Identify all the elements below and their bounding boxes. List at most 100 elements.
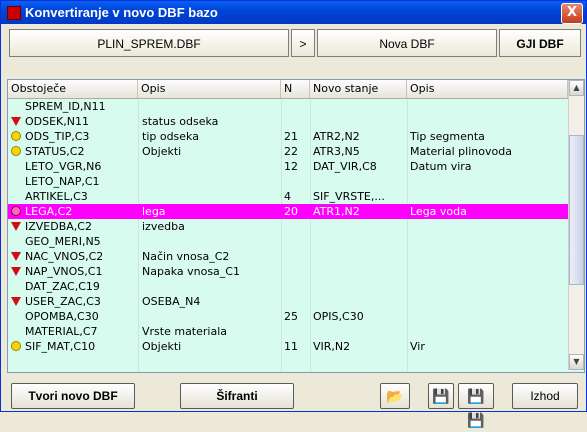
smiley-icon bbox=[11, 131, 21, 141]
col-n[interactable]: N bbox=[281, 80, 310, 98]
cell-novo-stanje: ATR3,N5 bbox=[313, 145, 360, 158]
grid-header: Obstoječe Opis N Novo stanje Opis bbox=[8, 80, 568, 99]
cell-field: NAC_VNOS,C2 bbox=[25, 250, 104, 263]
izhod-button[interactable]: Izhod bbox=[512, 383, 578, 409]
cell-novo-stanje bbox=[313, 324, 406, 339]
red-triangle-icon bbox=[11, 267, 21, 276]
grid-rows: SPREM_ID,N11 ODSEK,N11 status odseka ODS_TI… bbox=[8, 99, 568, 354]
table-row[interactable]: NAP_VNOS,C1 Napaka vnosa_C1 bbox=[8, 264, 568, 279]
table-row[interactable]: ODSEK,N11 status odseka bbox=[8, 114, 568, 129]
scroll-down-button[interactable]: ▼ bbox=[569, 354, 584, 370]
cell-n: 20 bbox=[284, 205, 298, 218]
izhod-label: Izhod bbox=[530, 389, 560, 403]
open-folder-icon: 📂 bbox=[386, 388, 404, 404]
table-row[interactable]: ARTIKEL,C3 4 SIF_VRSTE,... bbox=[8, 189, 568, 204]
close-button[interactable]: X bbox=[561, 3, 583, 24]
scroll-up-button[interactable]: ▲ bbox=[569, 80, 584, 96]
cell-novo-stanje bbox=[313, 99, 406, 114]
save-button[interactable]: 💾 bbox=[428, 383, 454, 409]
table-row[interactable]: SIF_MAT,C10 Objekti 11 VIR,N2 Vir bbox=[8, 339, 568, 354]
cell-novo-stanje: VIR,N2 bbox=[313, 340, 351, 353]
cell-opis: Objekti bbox=[142, 340, 182, 353]
red-triangle-icon bbox=[11, 222, 21, 231]
cell-n: 12 bbox=[284, 160, 298, 173]
smiley-icon bbox=[11, 146, 21, 156]
table-row[interactable]: LETO_VGR,N6 12 DAT_VIR,C8 Datum vira bbox=[8, 159, 568, 174]
save-all-icon: 💾💾 bbox=[467, 388, 485, 428]
cell-opis-2 bbox=[410, 99, 566, 114]
cell-field: DAT_ZAC,C19 bbox=[25, 280, 100, 293]
cell-opis-2 bbox=[410, 249, 566, 264]
window-title: Konvertiranje v novo DBF bazo bbox=[25, 5, 218, 20]
sifranti-button[interactable]: Šifranti bbox=[180, 383, 294, 409]
cell-novo-stanje bbox=[313, 234, 406, 249]
scroll-thumb[interactable] bbox=[569, 135, 584, 285]
cell-field: ARTIKEL,C3 bbox=[25, 190, 88, 203]
cell-n bbox=[284, 264, 308, 279]
cell-novo-stanje: OPIS,C30 bbox=[313, 310, 364, 323]
cell-opis-2 bbox=[410, 189, 566, 204]
cell-field: OPOMBA,C30 bbox=[25, 310, 99, 323]
cell-opis-2: Datum vira bbox=[410, 160, 472, 173]
cell-field: LETO_VGR,N6 bbox=[25, 160, 102, 173]
table-row[interactable]: USER_ZAC,C3 OSEBA_N4 bbox=[8, 294, 568, 309]
arrow-button[interactable]: > bbox=[291, 29, 315, 57]
table-row[interactable]: NAC_VNOS,C2 Način vnosa_C2 bbox=[8, 249, 568, 264]
cell-opis: lega bbox=[142, 205, 166, 218]
target-dbf-button[interactable]: Nova DBF bbox=[317, 29, 497, 57]
cell-opis-2 bbox=[410, 234, 566, 249]
red-triangle-icon bbox=[11, 117, 21, 126]
table-row[interactable]: ODS_TIP,C3 tip odseka 21 ATR2,N2 Tip segment… bbox=[8, 129, 568, 144]
cell-field: USER_ZAC,C3 bbox=[25, 295, 101, 308]
cell-field: SPREM_ID,N11 bbox=[25, 100, 106, 113]
cell-opis-2 bbox=[410, 174, 566, 189]
cell-novo-stanje: DAT_VIR,C8 bbox=[313, 160, 377, 173]
table-row[interactable]: OPOMBA,C30 25 OPIS,C30 bbox=[8, 309, 568, 324]
cell-opis: status odseka bbox=[142, 115, 219, 128]
cell-opis-2: Vir bbox=[410, 340, 425, 353]
table-row[interactable]: LEGA,C2 lega 20 ATR1,N2 Lega voda bbox=[8, 204, 568, 219]
cell-opis bbox=[142, 99, 280, 114]
table-row[interactable]: LETO_NAP,C1 bbox=[8, 174, 568, 189]
col-opis-2[interactable]: Opis bbox=[407, 80, 568, 98]
cell-n bbox=[284, 114, 308, 129]
cell-opis: OSEBA_N4 bbox=[142, 295, 201, 308]
table-row[interactable]: SPREM_ID,N11 bbox=[8, 99, 568, 114]
cell-n: 22 bbox=[284, 145, 298, 158]
open-folder-button[interactable]: 📂 bbox=[380, 383, 410, 409]
cell-field: NAP_VNOS,C1 bbox=[25, 265, 103, 278]
gji-dbf-button[interactable]: GJI DBF bbox=[499, 29, 581, 57]
cell-field: LEGA,C2 bbox=[25, 205, 73, 218]
cell-novo-stanje bbox=[313, 249, 406, 264]
col-opis[interactable]: Opis bbox=[138, 80, 281, 98]
cell-novo-stanje: SIF_VRSTE,... bbox=[313, 190, 385, 203]
cell-n bbox=[284, 279, 308, 294]
table-row[interactable]: GEO_MERI,N5 bbox=[8, 234, 568, 249]
col-obstojece[interactable]: Obstoječe bbox=[8, 80, 138, 98]
vertical-scrollbar[interactable]: ▲ ▼ bbox=[568, 80, 584, 370]
field-grid[interactable]: Obstoječe Opis N Novo stanje Opis SPREM_… bbox=[7, 79, 585, 373]
cell-opis-2 bbox=[410, 114, 566, 129]
table-row[interactable]: STATUS,C2 Objekti 22 ATR3,N5 Material plinov… bbox=[8, 144, 568, 159]
save-icon: 💾 bbox=[432, 388, 450, 404]
table-row[interactable]: DAT_ZAC,C19 bbox=[8, 279, 568, 294]
cell-opis-2: Tip segmenta bbox=[410, 130, 485, 143]
tvori-label: Tvori novo DBF bbox=[28, 389, 118, 403]
cell-opis bbox=[142, 279, 280, 294]
cell-field: ODS_TIP,C3 bbox=[25, 130, 90, 143]
cell-opis: tip odseka bbox=[142, 130, 199, 143]
table-row[interactable]: MATERIAL,C7 Vrste materiala bbox=[8, 324, 568, 339]
tvori-novo-dbf-button[interactable]: Tvori novo DBF bbox=[11, 383, 135, 409]
red-triangle-icon bbox=[11, 297, 21, 306]
table-row[interactable]: IZVEDBA,C2 izvedba bbox=[8, 219, 568, 234]
source-file-button[interactable]: PLIN_SPREM.DBF bbox=[9, 29, 289, 57]
red-triangle-icon bbox=[11, 252, 21, 261]
cell-n bbox=[284, 324, 308, 339]
cell-opis-2 bbox=[410, 309, 566, 324]
cell-n bbox=[284, 174, 308, 189]
save-all-button[interactable]: 💾💾 bbox=[458, 383, 494, 428]
cell-n bbox=[284, 99, 308, 114]
cell-n bbox=[284, 234, 308, 249]
col-novo-stanje[interactable]: Novo stanje bbox=[310, 80, 407, 98]
cell-opis bbox=[142, 309, 280, 324]
